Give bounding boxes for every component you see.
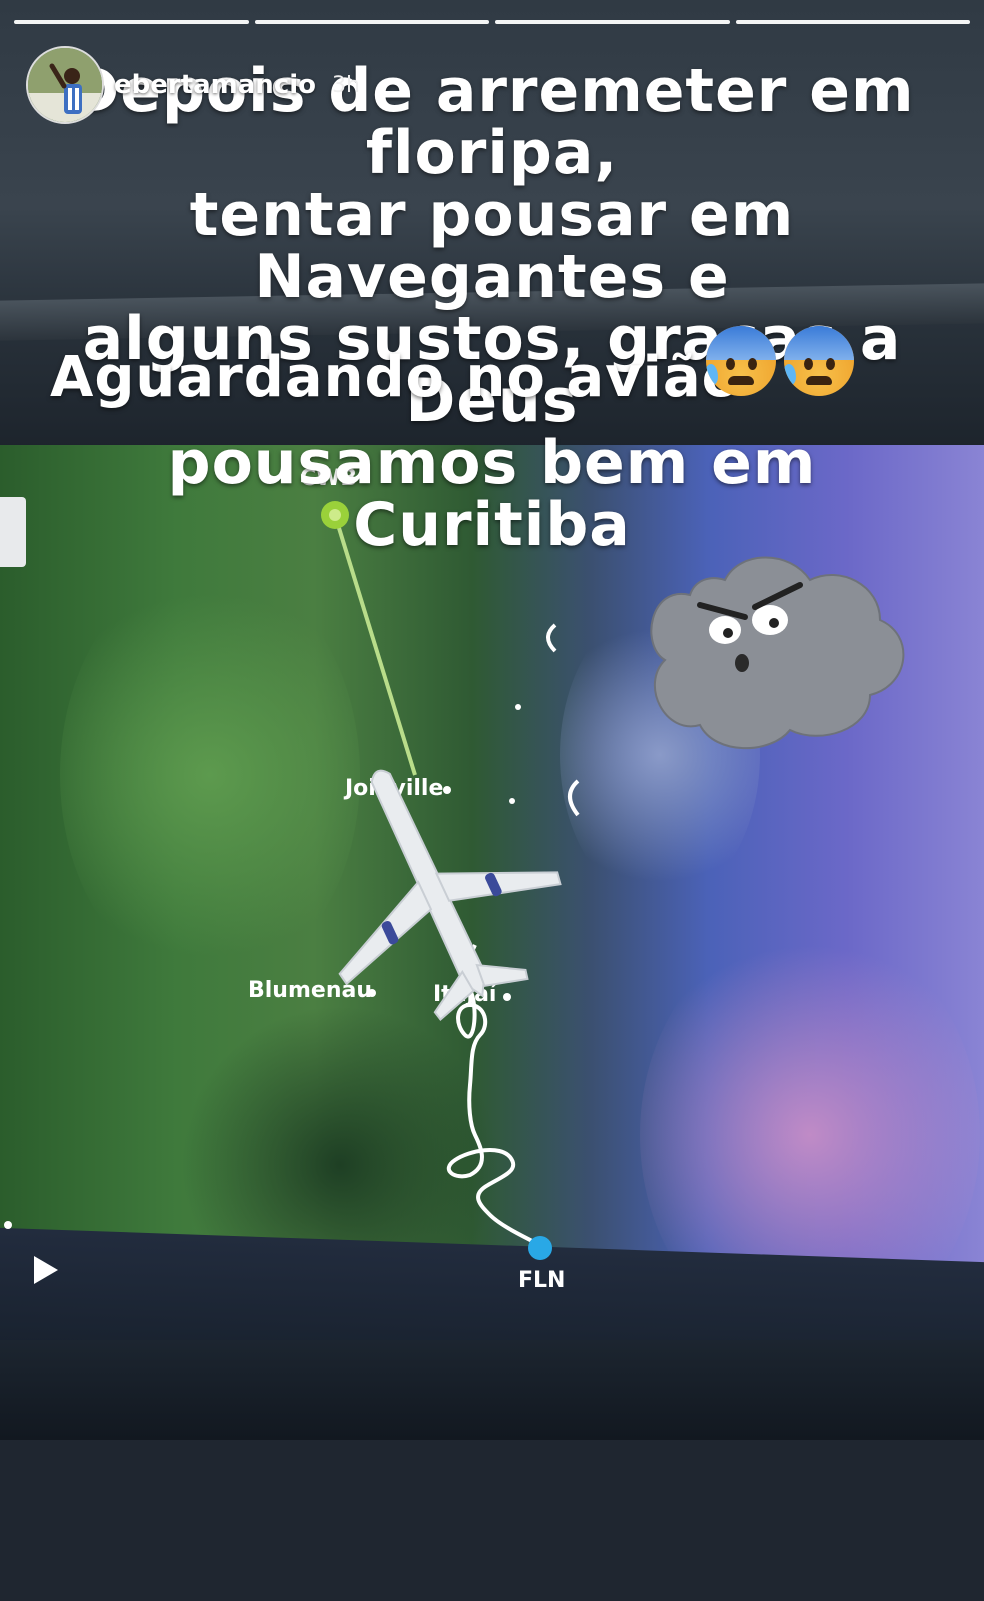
progress-segment [14,20,249,24]
screen-bottom-bezel [0,1340,984,1440]
angry-cloud-sticker [650,556,905,750]
username[interactable]: ebertamancio [114,70,316,100]
destination-label: FLN [518,1268,565,1293]
story-caption: Depois de arremeter em floripa, tentar p… [20,60,964,556]
progress-segment [254,20,489,24]
caption-line: tentar pousar em Navegantes e [189,180,795,312]
progress-segment [735,20,970,24]
story-caption-secondary: Aguardando no avião [50,345,742,410]
anxious-face-emoji-icon [784,326,854,396]
progress-segment [495,20,730,24]
fln-marker [528,1236,552,1260]
avatar[interactable] [26,46,104,124]
caption-line: pousamos bem em Curitiba [167,428,817,560]
story-header[interactable]: ebertamancio 3h [26,46,360,124]
post-time: 3h [332,72,360,98]
story-progress-bar [14,20,970,24]
anxious-face-emoji-icon [706,326,776,396]
city-label-blumenau: Blumenau [248,978,372,1003]
flight-map: CWB FLN Joinville Blumenau Itajaí [4,466,905,1293]
play-icon[interactable] [34,1256,58,1284]
story-viewer[interactable]: CWB FLN Joinville Blumenau Itajaí [0,0,984,1601]
story-bottom-bar [0,1440,984,1601]
